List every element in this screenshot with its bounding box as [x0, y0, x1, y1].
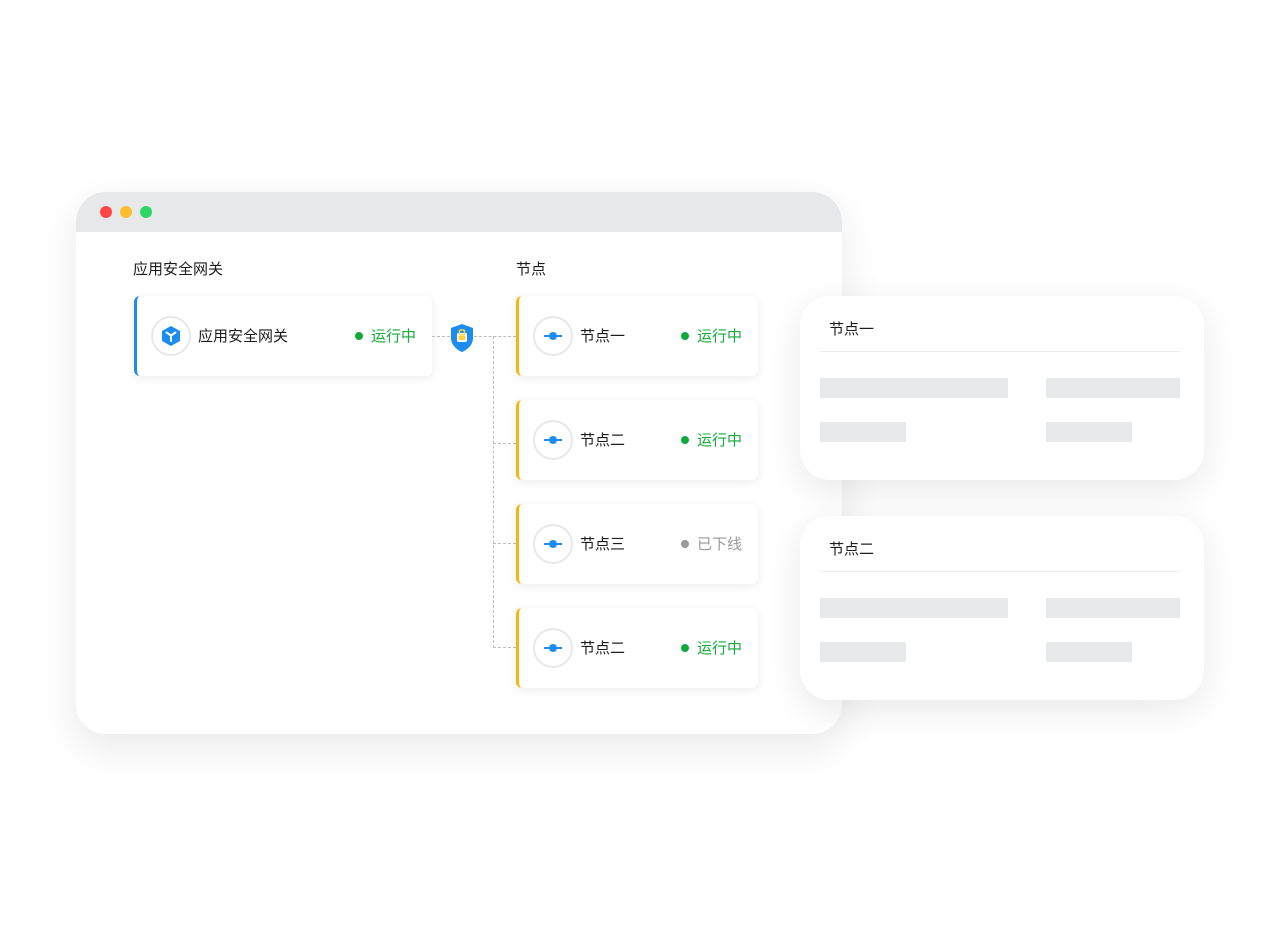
node-icon-circle	[533, 316, 573, 356]
node-status: 运行中	[680, 429, 742, 450]
node-card-4[interactable]: 节点二 运行中	[516, 608, 758, 688]
node-icon-circle	[533, 628, 573, 668]
skeleton-bar	[820, 598, 1008, 618]
node-status: 已下线	[680, 533, 742, 554]
panel-divider	[820, 571, 1180, 572]
stage: 应用安全网关 节点 应用安全网关 运行中 节点一 运行中 节点二 运行中 节点三…	[0, 0, 1280, 928]
node-status-text: 运行中	[696, 327, 742, 345]
node-card-3[interactable]: 节点三 已下线	[516, 504, 758, 584]
node-status: 运行中	[680, 325, 742, 346]
node-icon	[544, 332, 562, 340]
window-titlebar	[76, 192, 842, 232]
connector-branch	[493, 543, 516, 544]
connector-branch	[493, 443, 516, 444]
minimize-dot[interactable]	[120, 206, 132, 218]
node-icon	[544, 436, 562, 444]
nodes-section-title: 节点	[516, 260, 547, 278]
skeleton-bar	[1046, 422, 1132, 442]
skeleton-bar	[1046, 378, 1180, 398]
skeleton-bar	[820, 642, 906, 662]
connector-trunk	[493, 336, 494, 648]
connector-line	[432, 336, 450, 337]
node-status: 运行中	[680, 637, 742, 658]
node-label: 节点二	[580, 431, 626, 449]
status-dot	[354, 331, 363, 340]
panel-title: 节点一	[829, 320, 875, 338]
node-icon-circle	[533, 420, 573, 460]
connector-line	[474, 336, 516, 337]
node-label: 节点一	[580, 327, 626, 345]
connector-branch	[493, 647, 516, 648]
shield-icon	[451, 324, 473, 352]
gateway-status-text: 运行中	[370, 327, 416, 345]
skeleton-bar	[1046, 642, 1132, 662]
node-card-1[interactable]: 节点一 运行中	[516, 296, 758, 376]
node-icon-circle	[533, 524, 573, 564]
node-status-text: 已下线	[696, 535, 742, 553]
gateway-section-title: 应用安全网关	[133, 260, 224, 278]
panel-divider	[820, 351, 1180, 352]
status-dot	[680, 539, 689, 548]
node-label: 节点二	[580, 639, 626, 657]
node-label: 节点三	[580, 535, 626, 553]
node-status-text: 运行中	[696, 639, 742, 657]
skeleton-bar	[820, 422, 906, 442]
gateway-card[interactable]: 应用安全网关 运行中	[134, 296, 432, 376]
maximize-dot[interactable]	[140, 206, 152, 218]
panel-title: 节点二	[829, 540, 875, 558]
status-dot	[680, 435, 689, 444]
browser-window: 应用安全网关 节点 应用安全网关 运行中 节点一 运行中 节点二 运行中 节点三…	[76, 192, 842, 734]
skeleton-bar	[1046, 598, 1180, 618]
node-status-text: 运行中	[696, 431, 742, 449]
cube-icon	[162, 326, 180, 346]
close-dot[interactable]	[100, 206, 112, 218]
status-dot	[680, 331, 689, 340]
gateway-label: 应用安全网关	[198, 327, 289, 345]
node-detail-panel-2: 节点二	[800, 516, 1204, 700]
node-detail-panel-1: 节点一	[800, 296, 1204, 480]
node-icon	[544, 540, 562, 548]
gateway-status: 运行中	[354, 325, 416, 346]
skeleton-bar	[820, 378, 1008, 398]
node-icon	[544, 644, 562, 652]
status-dot	[680, 643, 689, 652]
gateway-icon-circle	[151, 316, 191, 356]
node-card-2[interactable]: 节点二 运行中	[516, 400, 758, 480]
